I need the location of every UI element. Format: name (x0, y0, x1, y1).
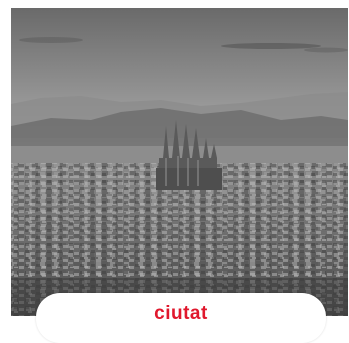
image-frame: ciutat (0, 0, 349, 343)
caption-label: ciutat (154, 303, 208, 324)
city-skyline-photo (11, 8, 348, 316)
city-skyline-icon (11, 8, 348, 316)
caption-card: ciutat (36, 293, 326, 343)
